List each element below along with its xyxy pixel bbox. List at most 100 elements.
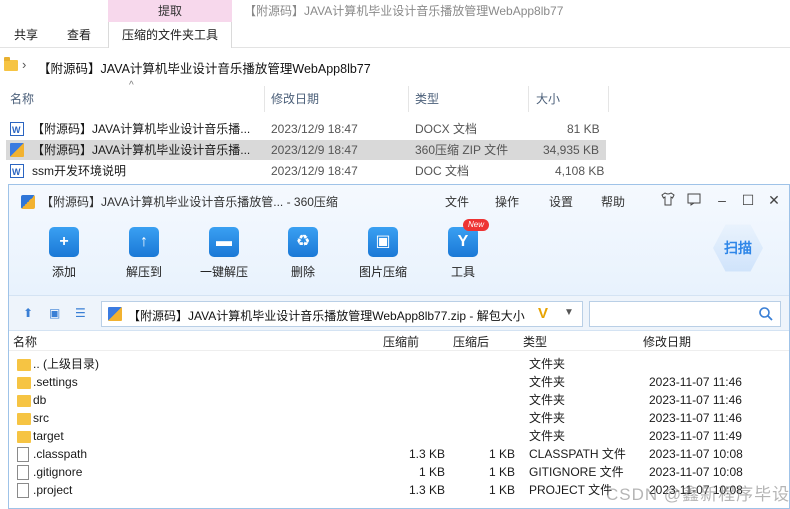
close-icon[interactable]: ✕ xyxy=(765,191,783,209)
verified-check-icon: V xyxy=(538,305,549,322)
entry-modified: 2023-11-07 11:49 xyxy=(649,429,742,443)
archive-row[interactable]: .. (上级目录) 文件夹 xyxy=(9,355,789,373)
comment-icon[interactable] xyxy=(685,191,703,209)
ribbon-title-bar: 提取 【附源码】JAVA计算机毕业设计音乐播放管理WebApp8lb77 xyxy=(0,0,790,22)
tool-tools-button[interactable]: Y 工具 xyxy=(428,225,498,281)
column-divider[interactable] xyxy=(608,86,609,112)
column-divider[interactable] xyxy=(528,86,529,112)
thumbnail-view-icon[interactable]: ▣ xyxy=(49,306,60,320)
menu-file[interactable]: 文件 xyxy=(445,193,469,210)
archive-row[interactable]: target 文件夹 2023-11-07 11:49 xyxy=(9,427,789,445)
window-title: 【附源码】JAVA计算机毕业设计音乐播放管理WebApp8lb77 xyxy=(244,4,564,18)
menu-settings[interactable]: 设置 xyxy=(549,193,573,210)
search-icon[interactable] xyxy=(758,306,774,322)
column-divider[interactable] xyxy=(408,86,409,112)
entry-name: .settings xyxy=(33,375,78,389)
archive-row[interactable]: .classpath 1.3 KB 1 KB CLASSPATH 文件 2023… xyxy=(9,445,789,463)
file-name: ssm开发环境说明 xyxy=(32,164,126,178)
entry-modified: 2023-11-07 10:08 xyxy=(649,465,743,479)
tab-compressed-folder-tools[interactable]: 压缩的文件夹工具 xyxy=(108,22,232,48)
extract-to-icon: ↑ xyxy=(129,227,159,257)
column-header-size[interactable]: 大小 xyxy=(536,88,560,110)
minimize-icon[interactable]: – xyxy=(713,191,731,209)
contextual-tab-extract[interactable]: 提取 xyxy=(108,0,232,22)
archive-row[interactable]: .gitignore 1 KB 1 KB GITIGNORE 文件 2023-1… xyxy=(9,463,789,481)
file-icon xyxy=(17,465,29,480)
column-header-before[interactable]: 压缩前 xyxy=(383,333,419,351)
entry-type: 文件夹 xyxy=(529,357,566,371)
archive-row[interactable]: src 文件夹 2023-11-07 11:46 xyxy=(9,409,789,427)
entry-modified: 2023-11-07 11:46 xyxy=(649,393,742,407)
column-header-type[interactable]: 类型 xyxy=(523,333,547,351)
archive-search-input[interactable] xyxy=(589,301,781,327)
entry-name: target xyxy=(33,429,64,443)
watermark: CSDN @鑫新程序毕设 xyxy=(606,485,790,504)
address-bar[interactable]: › 【附源码】JAVA计算机毕业设计音乐播放管理WebApp8lb77 xyxy=(0,56,790,78)
entry-name: .. (上级目录) xyxy=(33,357,99,371)
archive-row[interactable]: db 文件夹 2023-11-07 11:46 xyxy=(9,391,789,409)
folder-icon xyxy=(17,431,31,443)
entry-size-after: 1 KB xyxy=(489,483,516,497)
column-header-modified[interactable]: 修改日期 xyxy=(643,333,691,351)
file-type: 360压缩 ZIP 文件 xyxy=(415,143,509,157)
menu-help[interactable]: 帮助 xyxy=(601,193,625,210)
skin-shirt-icon[interactable] xyxy=(659,191,677,209)
entry-size-before: 1 KB xyxy=(419,465,446,479)
entry-type: 文件夹 xyxy=(529,429,566,443)
up-arrow-icon[interactable]: ⬆ xyxy=(23,306,33,320)
entry-modified: 2023-11-07 11:46 xyxy=(649,375,742,389)
entry-type: PROJECT 文件 xyxy=(529,483,613,497)
tool-delete-button[interactable]: ♻ 删除 xyxy=(268,225,338,281)
zip-archive-icon xyxy=(108,307,122,321)
file-row[interactable]: ssm开发环境说明 2023/12/9 18:47 DOC 文档 4,108 K… xyxy=(6,161,606,182)
file-icon xyxy=(17,447,29,462)
file-type: DOCX 文档 xyxy=(415,122,478,136)
list-view-icon[interactable]: ☰ xyxy=(75,306,86,320)
scan-label: 扫描 xyxy=(724,240,752,256)
entry-size-before: 1.3 KB xyxy=(409,447,446,461)
file-row[interactable]: 【附源码】JAVA计算机毕业设计音乐播... 2023/12/9 18:47 D… xyxy=(6,119,606,140)
file-modified: 2023/12/9 18:47 xyxy=(271,164,358,178)
tool-extract-to-button[interactable]: ↑ 解压到 xyxy=(109,225,179,281)
menu-operate[interactable]: 操作 xyxy=(495,193,519,210)
maximize-icon[interactable]: ☐ xyxy=(739,191,757,209)
scan-button[interactable]: 扫描 xyxy=(713,223,763,279)
entry-name: db xyxy=(33,393,47,407)
folder-icon xyxy=(17,359,31,371)
column-header-after[interactable]: 压缩后 xyxy=(453,333,489,351)
chevron-down-icon[interactable]: ▼ xyxy=(564,307,574,318)
tab-share[interactable]: 共享 xyxy=(6,22,46,48)
chevron-right-icon[interactable]: › xyxy=(22,57,26,72)
archive-path-bar: ⬆ ▣ ☰ 【附源码】JAVA计算机毕业设计音乐播放管理WebApp8lb77.… xyxy=(9,295,789,331)
folder-icon xyxy=(17,413,31,425)
entry-modified: 2023-11-07 10:08 xyxy=(649,447,743,461)
column-header-type[interactable]: 类型 xyxy=(415,88,439,110)
file-modified: 2023/12/9 18:47 xyxy=(271,143,358,157)
column-divider[interactable] xyxy=(264,86,265,112)
entry-type: 文件夹 xyxy=(529,393,566,407)
sort-ascending-icon: ^ xyxy=(129,80,134,91)
tool-one-click-extract-button[interactable]: ▬ 一键解压 xyxy=(189,225,259,281)
tool-label: 一键解压 xyxy=(199,265,248,279)
archive-path-text: 【附源码】JAVA计算机毕业设计音乐播放管理WebApp8lb77.zip - … xyxy=(128,309,525,323)
address-path[interactable]: 【附源码】JAVA计算机毕业设计音乐播放管理WebApp8lb77 xyxy=(38,58,371,77)
tool-image-compress-button[interactable]: ▣ 图片压缩 xyxy=(348,225,418,281)
archive-toolbar-area: 【附源码】JAVA计算机毕业设计音乐播放管... - 360压缩 文件 操作 设… xyxy=(9,185,789,295)
file-row-selected[interactable]: 【附源码】JAVA计算机毕业设计音乐播... 2023/12/9 18:47 3… xyxy=(6,140,606,160)
file-icon xyxy=(17,483,29,498)
column-header-name[interactable]: 名称 xyxy=(10,88,34,110)
archive-path-field[interactable]: 【附源码】JAVA计算机毕业设计音乐播放管理WebApp8lb77.zip - … xyxy=(101,301,583,327)
entry-type: 文件夹 xyxy=(529,411,566,425)
column-header-modified[interactable]: 修改日期 xyxy=(271,88,319,110)
entry-name: .gitignore xyxy=(33,465,83,479)
entry-size-after: 1 KB xyxy=(489,465,516,479)
word-doc-icon xyxy=(10,162,24,182)
tab-view[interactable]: 查看 xyxy=(58,22,100,48)
tools-icon: Y xyxy=(448,227,478,257)
folder-icon xyxy=(17,377,31,389)
column-header-name[interactable]: 名称 xyxy=(13,333,37,351)
entry-type: CLASSPATH 文件 xyxy=(529,447,626,461)
tool-add-button[interactable]: + 添加 xyxy=(29,225,99,281)
archive-row[interactable]: .settings 文件夹 2023-11-07 11:46 xyxy=(9,373,789,391)
file-size: 4,108 KB xyxy=(555,164,605,178)
